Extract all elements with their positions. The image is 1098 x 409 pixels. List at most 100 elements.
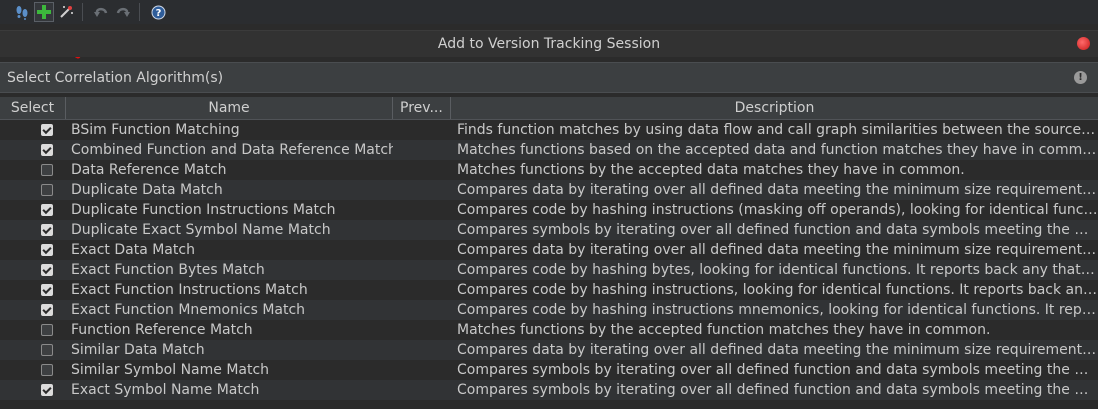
select-cell xyxy=(0,200,66,220)
description-cell: Compares code by hashing bytes, looking … xyxy=(451,260,1098,280)
description-cell: Matches functions based on the accepted … xyxy=(451,140,1098,160)
table-row[interactable]: Exact Symbol Name Match Compares symbols … xyxy=(0,380,1098,400)
description-cell: Compares code by hashing instructions (m… xyxy=(451,200,1098,220)
algorithm-description: Compares symbols by iterating over all d… xyxy=(457,222,1098,238)
redo-icon[interactable] xyxy=(113,2,133,22)
description-cell: Compares data by iterating over all defi… xyxy=(451,180,1098,200)
table-row[interactable]: Similar Symbol Name Match Compares symbol… xyxy=(0,360,1098,380)
select-cell xyxy=(0,380,66,400)
algorithm-description: Matches functions based on the accepted … xyxy=(457,142,1098,158)
algorithm-description: Matches functions by the accepted data m… xyxy=(457,162,965,178)
select-cell xyxy=(0,160,66,180)
preview-cell xyxy=(393,200,451,220)
description-cell: Compares symbols by iterating over all d… xyxy=(451,360,1098,380)
description-cell: Compares symbols by iterating over all d… xyxy=(451,220,1098,240)
column-header-preview[interactable]: Prev... xyxy=(393,97,451,119)
description-cell: Compares data by iterating over all defi… xyxy=(451,240,1098,260)
toolbar: ? xyxy=(0,0,1098,24)
algorithm-name: Exact Function Bytes Match xyxy=(71,262,265,278)
dialog-title: Add to Version Tracking Session xyxy=(437,36,661,52)
table-row[interactable]: Data Reference Match Matches functions by… xyxy=(0,160,1098,180)
select-cell xyxy=(0,300,66,320)
preview-cell xyxy=(393,260,451,280)
algorithm-description: Compares data by iterating over all defi… xyxy=(457,342,1098,358)
select-cell xyxy=(0,140,66,160)
info-icon[interactable]: ! xyxy=(1074,71,1087,84)
preview-cell xyxy=(393,180,451,200)
select-checkbox[interactable] xyxy=(41,324,53,336)
close-icon[interactable] xyxy=(1077,37,1090,50)
column-header-name[interactable]: Name xyxy=(66,97,393,119)
table-row[interactable]: Combined Function and Data Reference Mat… xyxy=(0,140,1098,160)
table-row[interactable]: Similar Data Match Compares data by itera… xyxy=(0,340,1098,360)
help-icon[interactable]: ? xyxy=(148,2,168,22)
description-cell: Finds function matches by using data flo… xyxy=(451,120,1098,140)
algorithm-description: Compares code by hashing instructions mn… xyxy=(457,302,1098,318)
select-cell xyxy=(0,120,66,140)
table-row[interactable]: Duplicate Exact Symbol Name Match Compare… xyxy=(0,220,1098,240)
description-cell: Matches functions by the accepted data m… xyxy=(451,160,1098,180)
algorithm-name: Function Reference Match xyxy=(71,322,253,338)
description-cell: Matches functions by the accepted functi… xyxy=(451,320,1098,340)
select-checkbox[interactable] xyxy=(41,164,53,176)
table-row[interactable]: Exact Function Instructions Match Compare… xyxy=(0,280,1098,300)
table-row[interactable]: Exact Function Bytes Match Compares code … xyxy=(0,260,1098,280)
algorithm-name: Duplicate Data Match xyxy=(71,182,223,198)
select-checkbox[interactable] xyxy=(41,224,53,236)
algorithm-description: Compares data by iterating over all defi… xyxy=(457,242,1098,258)
select-cell xyxy=(0,180,66,200)
select-checkbox[interactable] xyxy=(41,264,53,276)
select-checkbox[interactable] xyxy=(41,364,53,376)
column-header-select[interactable]: Select xyxy=(0,97,66,119)
preview-cell xyxy=(393,140,451,160)
algorithm-name: Duplicate Exact Symbol Name Match xyxy=(71,222,331,238)
table-row[interactable]: Exact Data Match Compares data by iterati… xyxy=(0,240,1098,260)
table-row[interactable]: BSim Function Matching Finds function mat… xyxy=(0,120,1098,140)
table-row[interactable]: Duplicate Function Instructions Match Com… xyxy=(0,200,1098,220)
select-cell xyxy=(0,220,66,240)
description-cell: Compares data by iterating over all defi… xyxy=(451,340,1098,360)
column-header-description[interactable]: Description xyxy=(451,97,1098,119)
algorithm-name: Exact Data Match xyxy=(71,242,195,258)
preview-cell xyxy=(393,300,451,320)
select-checkbox[interactable] xyxy=(41,124,53,136)
algorithm-name: BSim Function Matching xyxy=(71,122,240,138)
preview-cell xyxy=(393,240,451,260)
table-row[interactable]: Function Reference Match Matches function… xyxy=(0,320,1098,340)
toolbar-separator xyxy=(82,3,83,21)
table-header: Select Name Prev... Description xyxy=(0,97,1098,120)
help-icon-glyph: ? xyxy=(155,8,161,19)
section-header: Select Correlation Algorithm(s) ! xyxy=(0,62,1098,93)
footprints-icon[interactable] xyxy=(12,2,32,22)
algorithm-name: Data Reference Match xyxy=(71,162,227,178)
select-checkbox[interactable] xyxy=(41,344,53,356)
undo-icon[interactable] xyxy=(91,2,111,22)
description-cell: Compares code by hashing instructions, l… xyxy=(451,280,1098,300)
algorithm-table: Select Name Prev... Description BSim Fun… xyxy=(0,97,1098,400)
table-body: BSim Function Matching Finds function mat… xyxy=(0,120,1098,400)
preview-cell xyxy=(393,220,451,240)
select-checkbox[interactable] xyxy=(41,244,53,256)
select-checkbox[interactable] xyxy=(41,184,53,196)
select-checkbox[interactable] xyxy=(41,304,53,316)
select-cell xyxy=(0,320,66,340)
algorithm-description: Matches functions by the accepted functi… xyxy=(457,322,991,338)
preview-cell xyxy=(393,280,451,300)
select-checkbox[interactable] xyxy=(41,204,53,216)
toolbar-separator xyxy=(139,3,140,21)
table-row[interactable]: Exact Function Mnemonics Match Compares c… xyxy=(0,300,1098,320)
algorithm-description: Compares symbols by iterating over all d… xyxy=(457,362,1098,378)
preview-cell xyxy=(393,360,451,380)
select-checkbox[interactable] xyxy=(41,284,53,296)
add-icon[interactable] xyxy=(34,2,54,22)
select-checkbox[interactable] xyxy=(41,144,53,156)
table-row[interactable]: Duplicate Data Match Compares data by ite… xyxy=(0,180,1098,200)
algorithm-name: Duplicate Function Instructions Match xyxy=(71,202,336,218)
preview-cell xyxy=(393,380,451,400)
preview-cell xyxy=(393,320,451,340)
algorithm-name: Combined Function and Data Reference Mat… xyxy=(71,142,393,158)
select-cell xyxy=(0,280,66,300)
select-checkbox[interactable] xyxy=(41,384,53,396)
wizard-wand-icon[interactable] xyxy=(56,2,76,22)
algorithm-name: Similar Data Match xyxy=(71,342,205,358)
